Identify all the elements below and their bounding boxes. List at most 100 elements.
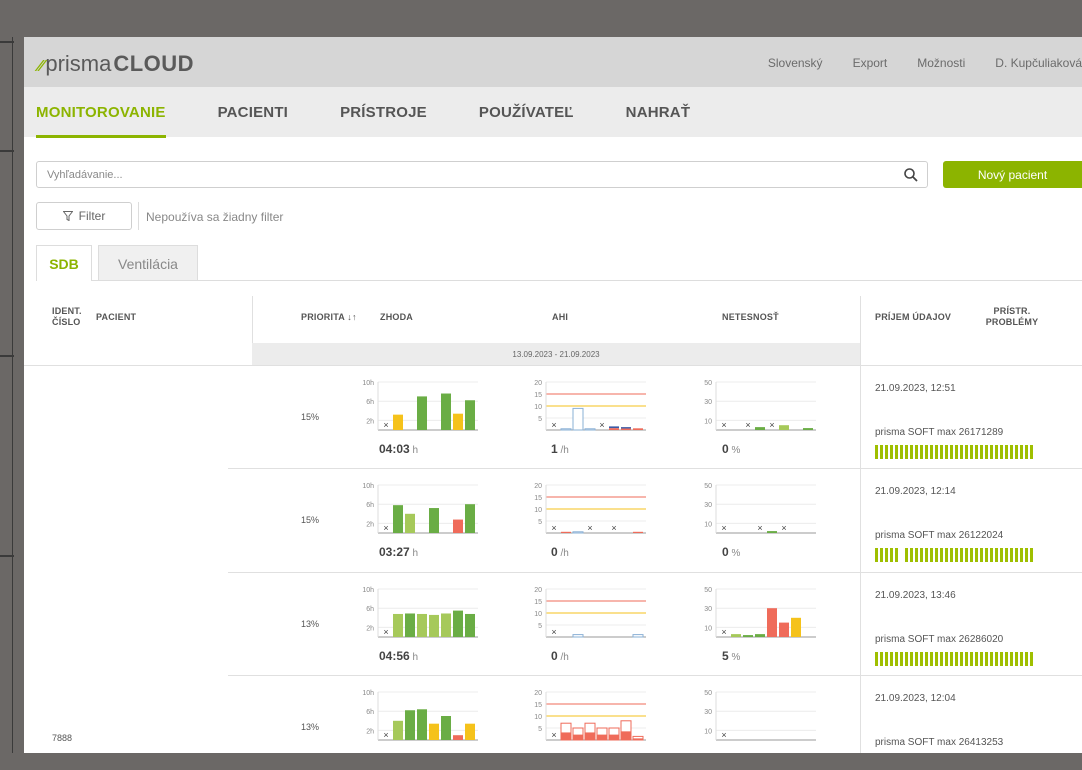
device-name[interactable]: prisma SOFT max 26413253 — [875, 737, 1003, 748]
usage-tick — [880, 652, 883, 666]
bar — [633, 428, 643, 430]
usage-tick — [985, 652, 988, 666]
search-icon[interactable] — [903, 167, 919, 183]
col-leak[interactable]: NETESNOSŤ — [722, 312, 779, 323]
col-priority[interactable]: PRIORITA ↓↑ — [301, 312, 357, 323]
axis-tick-label: 20 — [534, 690, 542, 697]
desktop-marker — [0, 355, 14, 357]
compliance-chart[interactable]: 10h 6h 2h × — [352, 688, 482, 746]
usage-tick — [875, 445, 878, 459]
device-name[interactable]: prisma SOFT max 26122024 — [875, 530, 1003, 541]
axis-tick-label: 2h — [366, 728, 374, 735]
axis-tick-label: 10 — [534, 611, 542, 618]
bar — [632, 634, 644, 638]
col-device-problems[interactable]: PRÍSTR. PROBLÉMY — [982, 306, 1042, 328]
table-row[interactable]: 15% 10h 6h 2h × 20 15 10 5 × × × 50 30 10 × × × 03:27 h 0 /… — [24, 469, 1082, 572]
bar — [584, 428, 596, 431]
leak-chart[interactable]: 50 30 10 × — [690, 585, 820, 643]
leak-chart[interactable]: 50 30 10 × × × — [690, 481, 820, 539]
col-compliance[interactable]: ZHODA — [380, 312, 413, 323]
bar — [561, 531, 571, 533]
axis-tick-label: 15 — [534, 599, 542, 606]
bar — [465, 504, 475, 533]
nav-users[interactable]: POUŽÍVATEĽ — [479, 104, 574, 121]
bar — [743, 635, 753, 637]
axis-tick-label: 20 — [534, 483, 542, 490]
bar — [755, 634, 765, 637]
device-name[interactable]: prisma SOFT max 26171289 — [875, 427, 1003, 438]
usage-tick — [960, 548, 963, 562]
ahi-chart[interactable]: 20 15 10 5 × — [520, 688, 650, 746]
nav-patients[interactable]: PACIENTI — [218, 104, 289, 121]
device-usage-bars — [875, 548, 1033, 562]
compliance-summary-value: 03:27 — [379, 545, 410, 559]
usage-tick — [930, 548, 933, 562]
options-link[interactable]: Možnosti — [917, 56, 965, 70]
usage-tick — [980, 548, 983, 562]
device-name[interactable]: prisma SOFT max 26286020 — [875, 634, 1003, 645]
nav-devices[interactable]: PRÍSTROJE — [340, 104, 427, 121]
axis-tick-label: 15 — [534, 495, 542, 502]
logo[interactable]: ⁄⁄ prisma CLOUD — [38, 51, 194, 77]
ahi-chart[interactable]: 20 15 10 5 × × — [520, 378, 650, 436]
usage-tick — [905, 445, 908, 459]
usage-tick — [880, 548, 883, 562]
bar — [393, 414, 403, 430]
usage-tick — [910, 652, 913, 666]
language-link[interactable]: Slovenský — [768, 56, 823, 70]
ahi-chart[interactable]: 20 15 10 5 × — [520, 585, 650, 643]
nav-upload[interactable]: NAHRAŤ — [626, 104, 691, 121]
no-data-mark: × — [551, 523, 556, 533]
tab-sdb[interactable]: SDB — [36, 245, 92, 281]
col-patient[interactable]: PACIENT — [96, 312, 136, 323]
compliance-summary: 04:56 h — [379, 649, 418, 663]
export-link[interactable]: Export — [853, 56, 888, 70]
compliance-chart[interactable]: 10h 6h 2h × — [352, 585, 482, 643]
new-patient-button[interactable]: Nový pacient — [943, 161, 1082, 188]
desktop-marker — [0, 150, 14, 152]
usage-tick — [1025, 548, 1028, 562]
usage-tick — [895, 652, 898, 666]
leak-chart[interactable]: 50 30 10 × × × — [690, 378, 820, 436]
leak-summary-value: 0 — [722, 442, 729, 456]
col-ahi[interactable]: AHI — [552, 312, 568, 323]
bar — [779, 622, 789, 637]
filter-button[interactable]: Filter — [36, 202, 132, 230]
usage-tick — [890, 548, 893, 562]
col-ident[interactable]: IDENT. ČÍSLO — [52, 306, 92, 328]
ahi-chart[interactable]: 20 15 10 5 × × × — [520, 481, 650, 539]
table-row[interactable]: 15% 10h 6h 2h × 20 15 10 5 × × 50 30 10 × × × 04:03 h1 /h… — [24, 366, 1082, 469]
no-data-mark: × — [587, 523, 592, 533]
ahi-summary-unit: /h — [557, 548, 569, 559]
search-input[interactable] — [37, 162, 887, 187]
usage-tick — [940, 445, 943, 459]
main-nav: MONITOROVANIE PACIENTI PRÍSTROJE POUŽÍVA… — [24, 87, 1082, 138]
leak-summary: 5 % — [722, 649, 740, 663]
priority-value: 15% — [301, 412, 320, 422]
tab-underline — [36, 280, 1082, 281]
window-edge — [12, 37, 13, 753]
leak-chart-wrap: 50 30 10 × — [690, 585, 820, 648]
compliance-chart[interactable]: 10h 6h 2h × — [352, 481, 482, 539]
logo-icon: ⁄⁄ — [38, 58, 44, 75]
table-row[interactable]: 13% 10h 6h 2h × 20 15 10 5 × 50 30 10 × 04:56 h0 /h 5 %… — [24, 573, 1082, 676]
bar — [621, 427, 631, 429]
compliance-chart-wrap: 10h 6h 2h × — [352, 688, 482, 751]
usage-tick — [925, 548, 928, 562]
nav-monitoring[interactable]: MONITOROVANIE — [36, 104, 166, 138]
tab-ventilation[interactable]: Ventilácia — [98, 245, 198, 281]
table-row[interactable]: 13% 10h 6h 2h × 20 15 10 5 × 50 30 10 × 21.09.2023, 12… — [24, 676, 1082, 753]
usage-tick — [920, 548, 923, 562]
usage-tick — [1010, 548, 1013, 562]
date-range: 13.09.2023 - 21.09.2023 — [252, 343, 860, 365]
usage-tick — [900, 445, 903, 459]
leak-chart[interactable]: 50 30 10 × — [690, 688, 820, 746]
col-received[interactable]: PRÍJEM ÚDAJOV — [875, 312, 951, 323]
compliance-summary-unit: h — [409, 445, 419, 456]
user-link[interactable]: D. Kupčuliaková — [995, 56, 1082, 70]
usage-tick — [1000, 652, 1003, 666]
bar — [393, 720, 403, 740]
usage-tick — [930, 652, 933, 666]
compliance-chart[interactable]: 10h 6h 2h × — [352, 378, 482, 436]
usage-tick — [890, 652, 893, 666]
